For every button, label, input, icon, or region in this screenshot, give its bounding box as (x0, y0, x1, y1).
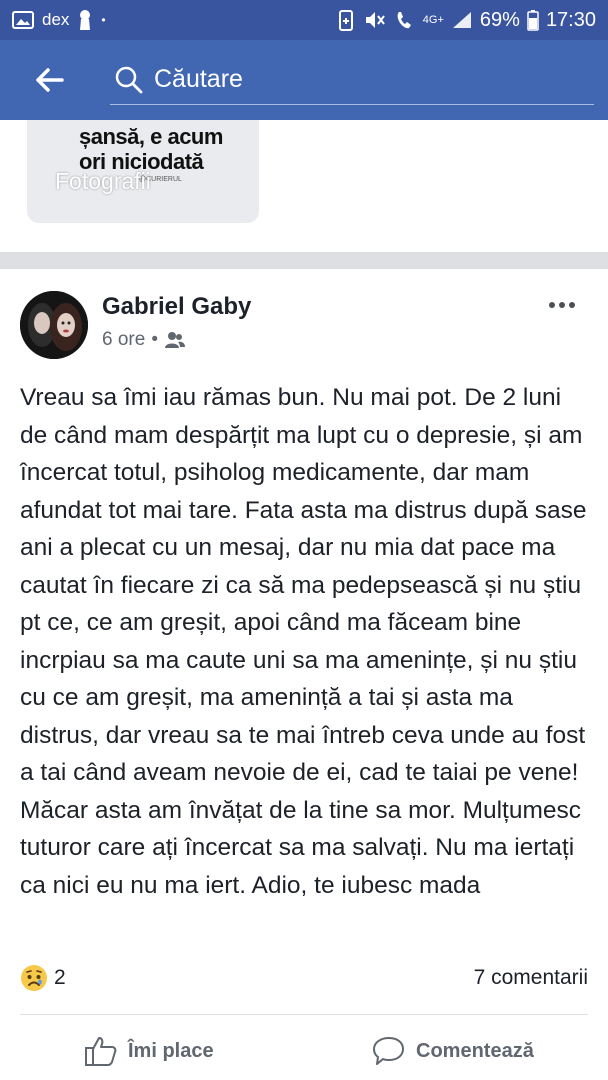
reaction-count: 2 (54, 966, 66, 989)
status-bar: dex • 4G+ 69% 17:30 (0, 0, 608, 40)
comment-button[interactable]: Comentează (372, 1028, 534, 1074)
author-name[interactable]: Gabriel Gaby (102, 293, 251, 321)
comments-count[interactable]: 7 comentarii (474, 966, 588, 990)
comment-label: Comentează (416, 1039, 534, 1062)
back-button[interactable] (14, 40, 84, 120)
search-bar[interactable] (110, 55, 594, 105)
more-dot-icon (549, 302, 555, 308)
post-time[interactable]: 6 ore (102, 329, 145, 351)
friends-icon (164, 332, 185, 348)
gallery-notification-icon (12, 11, 34, 29)
mute-icon (365, 12, 385, 28)
more-options-button[interactable] (542, 291, 582, 319)
reactions-summary[interactable]: 2 (20, 964, 66, 992)
post-header: Gabriel Gaby 6 ore • (0, 269, 608, 369)
clock: 17:30 (545, 8, 596, 31)
more-dot-icon (569, 302, 575, 308)
keyhole-icon (80, 10, 91, 30)
search-input[interactable] (154, 65, 574, 94)
battery-percent: 69% (479, 8, 520, 31)
avatar[interactable] (20, 291, 88, 359)
data-saver-icon (338, 10, 353, 31)
photos-label: Fotografii (55, 168, 151, 194)
like-label: Îmi place (128, 1039, 214, 1062)
previous-post: șansă, e acum ori niciodată @CURIERUL Fo… (0, 120, 608, 252)
feed-separator (0, 252, 608, 269)
search-icon (115, 66, 143, 93)
wifi-call-icon (397, 12, 411, 29)
post-actions: Îmi place Comentează (0, 1028, 608, 1074)
carrier-label: dex (42, 10, 70, 29)
notification-dot: • (101, 13, 106, 27)
reactions-row: 2 7 comentarii (0, 958, 608, 998)
meta-separator: • (151, 329, 158, 350)
photos-thumbnail[interactable]: șansă, e acum ori niciodată @CURIERUL Fo… (27, 120, 259, 223)
sad-face-icon (21, 965, 47, 991)
app-bar (0, 40, 608, 120)
like-button[interactable]: Îmi place (84, 1028, 214, 1074)
avatar-image (20, 291, 88, 359)
signal-icon (452, 12, 471, 28)
network-type: 4G+ (422, 13, 444, 26)
battery-icon (527, 10, 539, 31)
more-dot-icon (559, 302, 565, 308)
comment-icon (373, 1037, 404, 1065)
back-arrow-icon (36, 68, 64, 92)
photo-caption: șansă, e acum ori niciodată (79, 124, 223, 174)
post-meta: 6 ore • (102, 329, 186, 351)
thumbs-up-icon (85, 1037, 117, 1066)
actions-divider (20, 1014, 588, 1015)
post-text: Vreau sa îmi iau rămas bun. Nu mai pot. … (20, 384, 587, 899)
photo-caption-line-1: șansă, e acum (79, 124, 223, 149)
